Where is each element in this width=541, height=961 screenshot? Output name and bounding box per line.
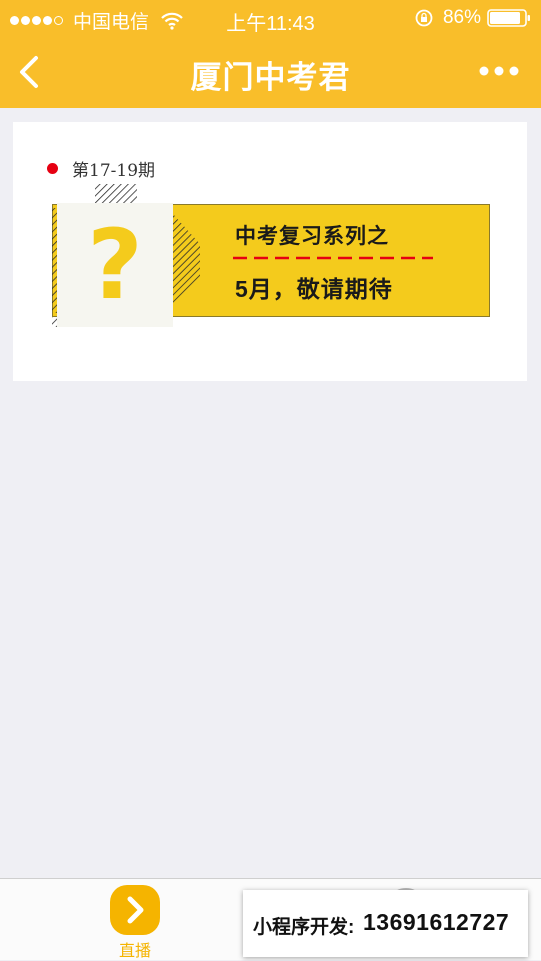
more-options-icon[interactable] bbox=[479, 63, 519, 79]
content-card: 第17-19期 ? 中考复习系列之 5月，敬请期待 bbox=[13, 122, 527, 381]
issue-banner[interactable]: ? 中考复习系列之 5月，敬请期待 bbox=[50, 184, 492, 329]
play-icon bbox=[110, 885, 160, 935]
bullet-dot-icon bbox=[47, 163, 58, 174]
tab-live[interactable]: 直播 bbox=[95, 885, 175, 961]
banner-subtitle: 5月，敬请期待 bbox=[235, 276, 393, 302]
banner-title: 中考复习系列之 bbox=[235, 225, 389, 248]
issue-header: 第17-19期 bbox=[47, 156, 155, 181]
question-mark-icon: ? bbox=[87, 209, 143, 321]
developer-phone: 13691612727 bbox=[363, 909, 510, 935]
navigation-bar: 厦门中考君 bbox=[0, 36, 541, 108]
status-bar: 中国电信 上午11:43 86% bbox=[0, 0, 541, 36]
rotation-lock-icon bbox=[415, 9, 433, 27]
header: 中国电信 上午11:43 86% 厦门中考君 bbox=[0, 0, 541, 108]
status-right: 86% bbox=[415, 7, 531, 29]
developer-contact-banner: 小程序开发: 13691612727 bbox=[243, 890, 528, 957]
battery-icon bbox=[487, 9, 530, 27]
tab-live-label: 直播 bbox=[118, 943, 151, 960]
developer-label: 小程序开发: bbox=[253, 917, 355, 938]
battery-percent: 86% bbox=[442, 7, 481, 28]
dashed-divider bbox=[233, 256, 433, 260]
page-title: 厦门中考君 bbox=[190, 60, 351, 95]
question-box: ? bbox=[57, 203, 173, 327]
issue-label: 第17-19期 bbox=[72, 161, 156, 181]
